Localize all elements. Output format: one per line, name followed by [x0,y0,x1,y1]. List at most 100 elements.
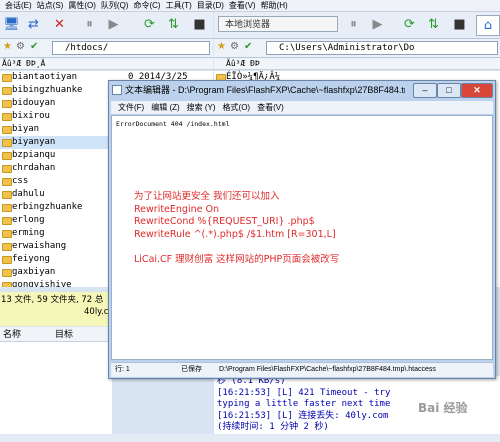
disconnect-icon[interactable]: ✕ [50,15,69,34]
local-filter-icon[interactable]: ⚙ [230,41,239,52]
home-icon[interactable]: ⌂ [476,15,500,36]
menu-session[interactable]: 会话(E) [5,1,32,10]
file-name: erwaishang [12,241,67,251]
queue-col-name[interactable]: 名称 [3,327,21,341]
file-name: gaxbiyan [12,267,56,277]
editor-menu-format[interactable]: 格式(O) [223,103,251,112]
text-editor-window: 文本编辑器 - D:\Program Files\FlashFXP\Cache\… [108,80,496,379]
folder-icon [2,217,12,225]
editor-menu-file[interactable]: 文件(F) [118,103,144,112]
log-line: (持续时间: 1 分钟 2 秒) [217,422,329,432]
local-toolbar: 本地浏览器 ⏸ ▶ ⟳ ⇅ ■ ⌂ [214,12,500,39]
folder-icon [2,126,12,134]
bottom-status-strip [0,434,500,442]
local-play-icon[interactable]: ▶ [368,15,387,34]
folder-icon [2,191,12,199]
checkmark-icon[interactable]: ✔ [30,41,38,52]
remote-column-header[interactable]: Ãû³Æ ÐÞ¸Ä [0,58,213,70]
file-name: bixirou [12,111,50,121]
editor-menu-view[interactable]: 查看(V) [257,103,284,112]
bookmark-star-icon[interactable]: ★ [3,41,12,52]
status-summary: 13 文件, 59 文件夹, 72 总 [1,295,104,305]
annotation-line: RewriteEngine On [134,203,219,215]
editor-cursor-pos: 行: 1 [115,366,130,373]
local-browser-label[interactable]: 本地浏览器 [218,16,338,32]
menu-help[interactable]: 帮助(H) [261,1,288,10]
remote-path-input[interactable]: /htdocs/ [52,41,210,55]
editor-title: 文本编辑器 - D:\Program Files\FlashFXP\Cache\… [125,85,405,95]
menu-options[interactable]: 属性(O) [68,1,96,10]
local-stop-icon[interactable]: ■ [450,15,469,34]
menu-tools[interactable]: 工具(T) [166,1,192,10]
annotation-line: LiCai.CF 理财创富 这样网站的PHP页面会被改写 [134,253,340,265]
editor-text-area[interactable]: ErrorDocument 404 /index.html 为了让网站更安全 我… [111,115,493,360]
folder-icon [2,100,12,108]
editor-menubar: 文件(F) 编辑 (Z) 搜索 (Y) 格式(O) 查看(V) [111,101,493,114]
local-refresh-icon[interactable]: ⟳ [400,15,419,34]
editor-statusbar: 行: 1 已保存 D:\Program Files\FlashFXP\Cache… [111,362,493,377]
file-name: feiyong [12,254,50,264]
refresh-icon[interactable]: ⟳ [140,15,159,34]
editor-line-1: ErrorDocument 404 /index.html [116,120,230,128]
editor-menu-search[interactable]: 搜索 (Y) [187,103,216,112]
maximize-button[interactable]: □ [437,83,461,98]
local-bookmark-star-icon[interactable]: ★ [217,41,226,52]
file-name: css [12,176,29,186]
local-column-header[interactable]: Ãû³Æ ÐÞ [214,58,500,70]
notepad-icon [112,85,122,95]
folder-icon [2,74,12,82]
connect-icon[interactable]: 🖥 [2,15,21,34]
folder-icon [2,282,12,287]
editor-titlebar[interactable]: 文本编辑器 - D:\Program Files\FlashFXP\Cache\… [109,81,495,99]
app-menubar: 会话(E) 站点(S) 属性(O) 队列(Q) 命令(C) 工具(T) 目录(D) 查看(V)… [0,0,500,12]
file-name: biantaotiyan [12,72,78,82]
folder-icon [2,152,12,160]
pause-icon[interactable]: ⏸ [80,15,99,34]
play-icon[interactable]: ▶ [104,15,123,34]
local-path-bar: ★ ⚙ ✔ C:\Users\Administrator\Do [214,39,500,58]
editor-save-state: 已保存 [181,366,202,373]
remote-toolbar: 🖥 ⇄ ✕ ⏸ ▶ ⟳ ⇅ ■ [0,12,213,39]
transfer-status: 13 文件, 59 文件夹, 72 总 40ly.c [0,292,112,326]
filter-icon[interactable]: ⚙ [16,41,25,52]
local-transfer-icon[interactable]: ⇅ [424,15,443,34]
folder-icon [2,113,12,121]
file-name: bibingzhuanke [12,85,83,95]
annotation-overlay: 为了让网站更安全 我们还可以加入 RewriteEngine On Rewrit… [134,191,339,266]
file-name: erbingzhuanke [12,202,83,212]
editor-menu-edit[interactable]: 编辑 (Z) [151,103,179,112]
queue-list [0,342,112,434]
local-path-input[interactable]: C:\Users\Administrator\Do [266,41,498,55]
menu-view[interactable]: 查看(V) [229,1,256,10]
file-name: biyan [12,124,40,134]
folder-icon [2,230,12,238]
folder-icon [2,178,12,186]
local-checkmark-icon[interactable]: ✔ [244,41,252,52]
folder-icon [2,165,12,173]
file-name: chrdahan [12,163,56,173]
folder-icon [2,269,12,277]
log-line: [16:21:53] [L] 421 Timeout - try [217,387,391,398]
queue-header: 名称 目标 [0,327,112,342]
folder-icon [2,87,12,95]
minimize-button[interactable]: – [413,83,437,98]
close-button[interactable]: ✕ [461,83,493,98]
menu-queue[interactable]: 队列(Q) [101,1,129,10]
file-name: bidouyan [12,98,56,108]
local-pause-icon[interactable]: ⏸ [344,15,363,34]
menu-directory[interactable]: 目录(D) [197,1,224,10]
quick-connect-icon[interactable]: ⇄ [24,15,43,34]
transfer-icon[interactable]: ⇅ [164,15,183,34]
menu-commands[interactable]: 命令(C) [133,1,160,10]
menu-sites[interactable]: 站点(S) [37,1,64,10]
annotation-line: RewriteCond %{REQUEST_URI} .php$ [134,216,315,227]
file-name: dahulu [12,189,45,199]
annotation-spacer [134,241,339,254]
folder-icon [2,256,12,264]
folder-icon [2,243,12,251]
queue-col-target[interactable]: 目标 [55,327,73,341]
folder-icon [2,204,12,212]
watermark: Bai 经验 [418,401,468,415]
file-name: biyanyan [12,137,56,147]
stop-icon[interactable]: ■ [190,15,209,34]
